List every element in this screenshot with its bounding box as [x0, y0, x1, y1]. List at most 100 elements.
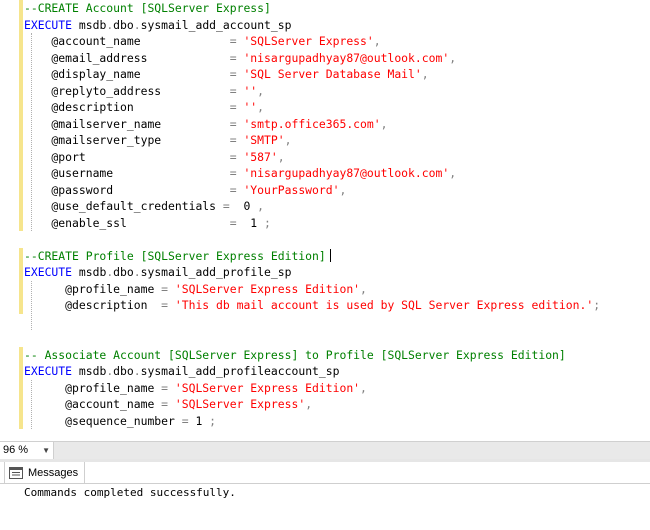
code-token: =: [229, 67, 237, 81]
tab-messages-label: Messages: [28, 467, 79, 479]
code-token: 'SQLServer Express Edition': [174, 380, 361, 395]
code-token: @mailserver_name: [24, 116, 230, 131]
code-token: =: [229, 166, 237, 180]
code-line: EXECUTE msdb.dbo.sysmail_add_profileacco…: [24, 363, 339, 379]
code-token: sysmail_add_profileaccount_sp: [140, 364, 340, 378]
code-token: @enable_ssl: [24, 215, 230, 230]
code-token: sysmail_add_account_sp: [140, 17, 292, 32]
tab-messages[interactable]: Messages: [4, 462, 86, 484]
code-line: @description = '',: [24, 99, 264, 115]
code-token: @username: [24, 166, 230, 180]
code-token: .: [133, 265, 141, 279]
code-line: @email_address = 'nisargupadhyay87@outlo…: [24, 50, 456, 66]
code-line: @enable_ssl = 1 ;: [24, 215, 271, 231]
code-token: msdb: [72, 265, 107, 279]
code-line: @account_name = 'SQLServer Express',: [24, 33, 381, 49]
editor-status-bar: 96 % ▼: [0, 441, 650, 460]
code-token: ,: [421, 67, 429, 81]
code-line: -- Associate Account [SQLServer Express]…: [24, 347, 566, 363]
code-line: @display_name = 'SQL Server Database Mai…: [24, 66, 429, 82]
code-token: ,: [360, 281, 367, 296]
code-token: =: [161, 380, 169, 395]
code-token: =: [229, 215, 237, 230]
code-line: @account_name = 'SQLServer Express',: [24, 396, 312, 412]
code-token: ,: [373, 34, 381, 48]
code-token: ,: [277, 149, 285, 164]
code-token: 'SQLServer Express Edition': [174, 281, 361, 296]
code-token: =: [229, 149, 237, 164]
code-token: 'nisargupadhyay87@outlook.com': [243, 50, 450, 65]
code-token: =: [229, 133, 237, 147]
code-token: EXECUTE: [24, 17, 73, 32]
code-token: =: [161, 298, 169, 312]
code-token: @description: [24, 298, 162, 312]
code-token: =: [222, 199, 230, 213]
code-token: ,: [449, 166, 457, 180]
code-token: @sequence_number: [24, 413, 182, 428]
code-token: 'SQLServer Express': [174, 397, 306, 411]
code-token: ,: [257, 100, 265, 114]
zoom-level: 96 %: [3, 444, 29, 456]
code-token: @display_name: [24, 67, 230, 81]
code-line: @sequence_number = 1 ;: [24, 413, 216, 429]
chevron-down-icon: ▼: [42, 446, 50, 455]
indent-guide: [31, 379, 32, 429]
code-token: 'smtp.office365.com': [243, 116, 381, 131]
code-token: @email_address: [24, 50, 230, 65]
code-token: '': [243, 83, 258, 98]
code-token: ,: [380, 116, 388, 131]
code-token: =: [229, 50, 237, 65]
code-token: dbo: [113, 17, 134, 32]
code-token: @port: [24, 149, 230, 164]
code-line: EXECUTE msdb.dbo.sysmail_add_account_sp: [24, 17, 291, 33]
code-token: ;: [264, 215, 271, 230]
code-line: @password = 'YourPassword',: [24, 182, 346, 198]
code-token: .: [133, 17, 141, 32]
code-token: =: [161, 281, 169, 296]
code-line: @use_default_credentials = 0 ,: [24, 198, 264, 214]
code-token: ,: [449, 50, 457, 65]
code-token: -- Associate Account [SQLServer Express]…: [24, 347, 566, 362]
code-token: 'SMTP': [243, 133, 285, 147]
code-token: @account_name: [24, 397, 162, 411]
code-token: ,: [305, 397, 313, 411]
code-line: @profile_name = 'SQLServer Express Editi…: [24, 281, 367, 297]
code-token: msdb: [72, 17, 107, 32]
query-editor[interactable]: --CREATE Account [SQLServer Express] EXEC…: [0, 0, 650, 441]
code-token: --CREATE Account [SQLServer Express]: [24, 1, 271, 15]
code-token: EXECUTE: [24, 364, 73, 378]
code-line: @replyto_address = '',: [24, 83, 264, 99]
code-token: =: [181, 413, 189, 428]
code-token: @password: [24, 182, 230, 197]
indent-guide: [31, 280, 32, 330]
code-token: ;: [209, 413, 217, 428]
code-line: --CREATE Account [SQLServer Express]: [24, 0, 271, 16]
code-token: =: [229, 116, 237, 131]
code-token: ,: [257, 199, 265, 213]
code-token: --CREATE Profile [SQLServer Express Edit…: [24, 248, 326, 263]
text-caret: [329, 248, 331, 262]
code-token: 0: [229, 199, 258, 213]
code-token: ,: [284, 133, 292, 147]
messages-icon: [9, 467, 23, 479]
code-token: msdb: [72, 364, 107, 378]
code-token: sysmail_add_profile_sp: [140, 265, 292, 279]
code-token: '': [243, 100, 258, 114]
code-token: @replyto_address: [24, 83, 230, 98]
change-indicator-bar: [19, 247, 23, 314]
code-token: 'SQL Server Database Mail': [243, 67, 422, 81]
results-pane: Messages Commands completed successfully…: [0, 462, 650, 530]
code-token: @mailserver_type: [24, 133, 230, 147]
horizontal-scrollbar[interactable]: [54, 442, 650, 459]
code-token: '587': [243, 149, 278, 164]
code-token: =: [229, 34, 237, 48]
code-token: @description: [24, 100, 230, 114]
code-token: ,: [360, 380, 367, 395]
code-token: ,: [339, 182, 347, 197]
indent-guide: [31, 33, 32, 231]
code-token: EXECUTE: [24, 265, 73, 279]
zoom-dropdown[interactable]: 96 % ▼: [0, 442, 54, 459]
code-token: =: [229, 182, 237, 197]
